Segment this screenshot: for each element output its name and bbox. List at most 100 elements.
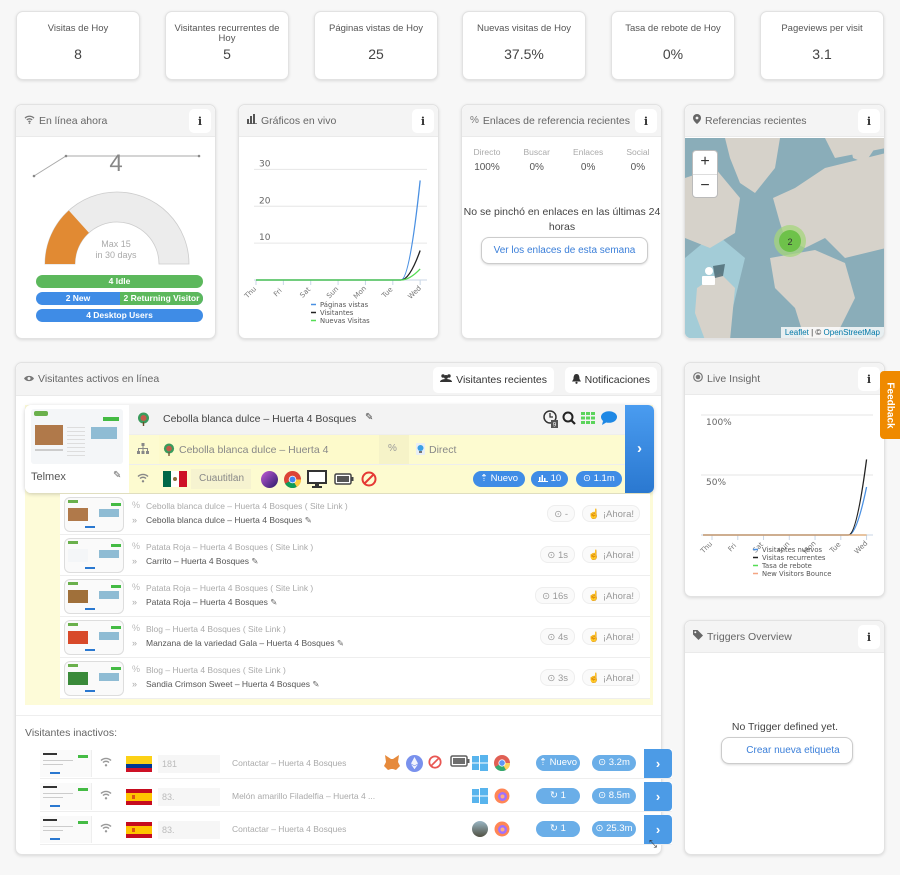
edit-pencil-icon[interactable]: ✎ [337,638,344,648]
zoom-out-button[interactable]: − [693,175,717,198]
live-charts-panel: Gráficos en vivo i 10 20 30 Thu Fri Sat Sun Mon… [238,104,439,339]
adblock-icon [428,755,442,772]
inactive-visitor-row[interactable]: 83. Contactar – Huerta 4 Bosques ↻ 1 ⊙ 2… [40,815,672,845]
wifi-icon [100,757,112,770]
stat-value: 25 [368,46,384,62]
history-row[interactable]: % Blog – Huerta 4 Bosques ( Site Link ) … [60,658,650,699]
edit-pencil-icon[interactable]: ✎ [270,597,277,607]
history-page-title: Cebolla blanca dulce – Huerta 4 Bosques [146,515,303,525]
now-badge: ☝ ¡Ahora! [582,669,640,686]
info-button[interactable]: i [858,367,880,391]
leaflet-link[interactable]: Leaflet [785,328,809,337]
new-visitor-badge: ⇡ Nuevo [473,471,526,487]
attribution-separator: | © [808,328,824,337]
firefox-icon [494,821,510,840]
history-source: Cebolla blanca dulce – Huerta 4 Bosques … [146,501,348,511]
history-page[interactable]: Manzana de la variedad Gala – Huerta 4 B… [146,638,344,649]
history-row[interactable]: % Blog – Huerta 4 Bosques ( Site Link ) … [60,617,650,658]
grid-icon[interactable] [581,412,595,427]
page-thumbnail[interactable] [64,661,124,696]
expand-visitor-button[interactable]: › [644,749,672,778]
edit-title-icon[interactable]: ✎ [365,412,373,423]
now-label: ¡Ahora! [602,591,634,602]
feedback-tab[interactable]: Feedback [880,371,900,439]
new-visitors-label: 2 New [65,293,91,303]
pageviews-badge: 10 [531,471,569,487]
visitor-page-title[interactable]: Cebolla blanca dulce – Huerta 4 Bosques [163,413,356,425]
edit-pencil-icon[interactable]: ✎ [312,679,319,689]
stat-value: 0% [662,46,684,62]
time-on-page-badge: ⊙ 4s [540,628,575,645]
history-clock-icon[interactable]: 9 [543,410,559,431]
chat-icon[interactable] [601,411,617,428]
panel-header: Gráficos en vivo i [239,105,438,137]
history-row[interactable]: % Cebolla blanca dulce – Huerta 4 Bosque… [60,494,650,535]
page-thumbnail[interactable] [40,750,92,777]
duration-badge: ⊙ 8.5m [592,788,636,804]
inactive-visitor-row[interactable]: 83. Melón amarillo Filadelfia – Huerta 4… [40,782,672,812]
search-icon[interactable] [562,411,576,428]
time-on-page-badge: ⊙ 16s [535,587,575,604]
referral-direct: Directo 100% [474,147,501,173]
notifications-label: Notificaciones [584,374,650,386]
active-visitor-card[interactable]: Telmex ✎ Cebolla blanca dulce – Huerta 4… [25,405,654,493]
notifications-button[interactable]: Notificaciones [564,367,657,393]
history-row[interactable]: % Patata Roja – Huerta 4 Bosques ( Site … [60,535,650,576]
sitemap-icon [137,443,149,457]
resize-handle-icon[interactable]: ⤡ [649,839,657,850]
zoom-in-button[interactable]: + [693,151,717,175]
panel-header: Live Insight i [685,363,884,395]
new-returning-bar: 2 New 2 Returning Visitor [36,292,203,305]
visitor-type-label: 1 [560,790,566,801]
inactive-visitor-row[interactable]: 181 Contactar – Huerta 4 Bosques ⇡ Nuevo… [40,749,672,779]
recent-visitors-button[interactable]: Visitantes recientes [433,367,554,393]
map-attribution: Leaflet | © OpenStreetMap [780,327,884,338]
visitor-entry-row: Cebolla blanca dulce – Huerta 4 % Direct [129,434,625,464]
page-thumbnail[interactable] [64,620,124,655]
history-row[interactable]: % Patata Roja – Huerta 4 Bosques ( Site … [60,576,650,617]
create-tag-button[interactable]: Crear nueva etiqueta [721,737,853,764]
history-page[interactable]: Cebolla blanca dulce – Huerta 4 Bosques … [146,515,312,526]
page-thumbnail[interactable] [40,783,92,810]
history-page[interactable]: Sandia Crimson Sweet – Huerta 4 Bosques … [146,679,319,690]
osm-link[interactable]: OpenStreetMap [824,328,880,337]
macos-icon [472,821,488,840]
page-thumbnail[interactable] [40,816,92,843]
page-thumbnail[interactable] [31,409,123,464]
time-value: 1s [557,550,568,561]
page-thumbnail[interactable] [64,538,124,573]
info-button[interactable]: i [635,109,657,133]
active-visitors-panel: Visitantes activos en línea Visitantes r… [15,362,672,855]
history-source: Blog – Huerta 4 Bosques ( Site Link ) [146,665,286,675]
entry-page-title[interactable]: Cebolla blanca dulce – Huerta 4 [179,444,328,456]
info-button[interactable]: i [412,109,434,133]
edit-pencil-icon[interactable]: ✎ [251,556,258,566]
visitor-ip: 83. [158,788,220,806]
legend-label: New Visitors Bounce [762,570,831,578]
visitor-page[interactable]: Melón amarillo Filadelfia – Huerta 4 ... [232,791,375,801]
expand-visitor-button[interactable]: › [644,782,672,811]
info-button[interactable]: i [858,625,880,649]
history-page-title: Manzana de la variedad Gala – Huerta 4 B… [146,638,335,648]
expand-visitor-button[interactable]: › [625,405,654,493]
stat-label: Visitas de Hoy [47,23,109,34]
recent-visitors-label: Visitantes recientes [456,374,547,386]
visitor-page[interactable]: Contactar – Huerta 4 Bosques [232,824,346,834]
series-line-0 [703,486,868,536]
time-value: - [564,509,568,520]
info-button[interactable]: i [189,109,211,133]
edit-pencil-icon[interactable]: ✎ [113,470,121,481]
chevron-right-icon: » [132,597,138,607]
edit-pencil-icon[interactable]: ✎ [305,515,312,525]
visitor-page[interactable]: Contactar – Huerta 4 Bosques [232,758,346,768]
history-page[interactable]: Carrito – Huerta 4 Bosques ✎ [146,556,259,567]
visitor-ip: 181 [158,755,220,773]
history-page[interactable]: Patata Roja – Huerta 4 Bosques ✎ [146,597,277,608]
view-week-links-button[interactable]: Ver los enlaces de esta semana [481,237,648,264]
referral-columns: Directo 100% Buscar 0% Enlaces 0% Social 0% [462,147,661,173]
page-thumbnail[interactable] [64,497,124,532]
page-thumbnail[interactable] [64,579,124,614]
referral-search: Buscar 0% [524,147,550,173]
info-button[interactable]: i [858,109,880,133]
no-links-message: No se pinchó en enlaces en las últimas 2… [463,206,661,233]
